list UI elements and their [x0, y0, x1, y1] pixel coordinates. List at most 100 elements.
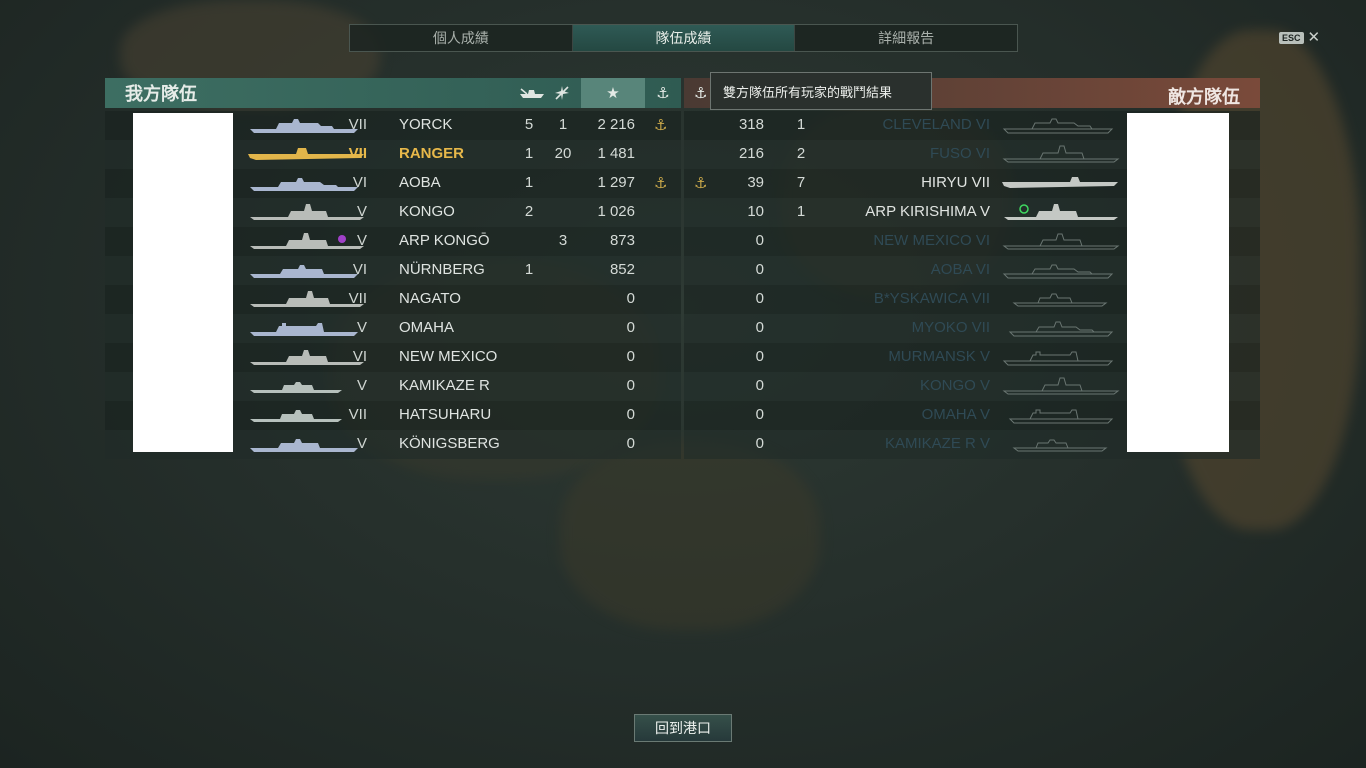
ship-name: YORCK: [399, 116, 453, 133]
player-score: 10: [747, 203, 764, 220]
player-score: 0: [755, 319, 764, 336]
player-score: 0: [626, 319, 635, 336]
ships-destroyed-count: 1: [524, 261, 534, 278]
ship-name: KÖNIGSBERG: [399, 435, 500, 452]
player-score: 0: [626, 435, 635, 452]
ship-tier: V: [356, 203, 367, 220]
ally-team-title: 我方隊伍: [125, 84, 197, 104]
ship-name: ARP KONGŌ: [399, 232, 490, 249]
ship-tier: V: [356, 435, 367, 452]
anchor-icon: ⚓: [654, 117, 668, 134]
planes-destroyed-count: 20: [554, 145, 572, 162]
player-score: 0: [626, 377, 635, 394]
ships-destroyed-count: 7: [796, 174, 806, 191]
player-score: 2 216: [597, 116, 635, 133]
player-score: 1 297: [597, 174, 635, 191]
ship-silhouette-icon: [250, 350, 364, 365]
ship-name-destroyed: AOBA VI: [930, 261, 990, 278]
ship-silhouette-icon: [250, 204, 364, 220]
ship-outline-destroyed-icon: [1012, 439, 1108, 452]
results-tab-bar: 個人成績 隊伍成績 詳細報告: [349, 24, 1018, 52]
ship-outline-destroyed-icon: [1002, 145, 1120, 163]
anchor-icon: ⚓: [694, 175, 708, 192]
ship-outline-destroyed-icon: [1002, 264, 1114, 279]
planes-destroyed-count: 3: [558, 232, 568, 249]
ships-destroyed-count: 5: [524, 116, 534, 133]
ship-name-destroyed: NEW MEXICO VI: [873, 232, 990, 249]
ship-outline-destroyed-icon: [1002, 118, 1114, 134]
player-score: 0: [755, 232, 764, 249]
ship-outline-destroyed-icon: [1008, 409, 1114, 424]
ship-silhouette-icon: [250, 233, 364, 249]
map-land-decoration: [560, 440, 820, 630]
player-score: 0: [755, 348, 764, 365]
player-score: 0: [755, 435, 764, 452]
close-button[interactable]: ESC ✕: [1279, 30, 1320, 45]
planes-destroyed-count: 1: [558, 116, 568, 133]
tab-team-results[interactable]: 隊伍成績: [572, 25, 796, 51]
ship-name-destroyed: OMAHA V: [921, 406, 990, 423]
enemy-team-title: 敵方隊伍: [1168, 87, 1240, 107]
player-score: 318: [738, 116, 764, 133]
ship-silhouette-icon: [250, 382, 342, 393]
tab-personal-results[interactable]: 個人成績: [350, 25, 573, 51]
player-score: 0: [755, 377, 764, 394]
ship-tier: VII: [348, 116, 367, 133]
player-score: 0: [626, 348, 635, 365]
player-score: 0: [755, 406, 764, 423]
tooltip: 雙方隊伍所有玩家的戰鬥結果: [710, 72, 932, 110]
ship-tier: V: [356, 232, 367, 249]
ship-name-destroyed: KONGO V: [919, 377, 990, 394]
ships-destroyed-count: 1: [524, 145, 534, 162]
ship-silhouette-icon: [1004, 204, 1118, 220]
ship-silhouette-icon: [250, 178, 358, 191]
ship-outline-destroyed-icon: [1002, 351, 1114, 366]
ship-tier: VI: [352, 261, 367, 278]
ship-tier: VII: [348, 145, 367, 162]
player-score: 0: [755, 290, 764, 307]
ship-name: OMAHA: [399, 319, 455, 336]
ship-silhouette-icon: [250, 265, 358, 278]
ship-name: HIRYU VII: [921, 174, 990, 191]
ship-name: HATSUHARU: [399, 406, 492, 423]
ship-outline-destroyed-icon: [1002, 377, 1120, 395]
player-score: 873: [609, 232, 635, 249]
ship-name-destroyed: FUSO VI: [929, 145, 990, 162]
ship-name: NEW MEXICO: [399, 348, 498, 365]
ship-name-destroyed: KAMIKAZE R V: [884, 435, 990, 452]
ally-team-header: 我方隊伍 ★ ⚓: [105, 78, 681, 108]
ship-name: RANGER: [399, 145, 465, 162]
ship-outline-destroyed-icon: [1008, 321, 1114, 337]
player-score: 1 026: [597, 203, 635, 220]
ships-destroyed-count: 1: [796, 116, 806, 133]
ships-destroyed-count: 2: [524, 203, 534, 220]
score-column-star-icon[interactable]: ★: [581, 78, 645, 108]
ships-destroyed-count: 1: [796, 203, 806, 220]
player-score: 1 481: [597, 145, 635, 162]
player-score: 0: [626, 290, 635, 307]
ships-destroyed-count: 2: [796, 145, 806, 162]
anchor-icon: ⚓: [654, 175, 668, 192]
ship-tier: VI: [352, 174, 367, 191]
tab-detailed-report[interactable]: 詳細報告: [795, 25, 1017, 51]
player-score: 0: [755, 261, 764, 278]
ship-silhouette-icon: [250, 323, 358, 336]
return-to-port-button[interactable]: 回到港口: [634, 714, 732, 742]
ship-name: ARP KIRISHIMA V: [865, 203, 990, 220]
ship-silhouette-icon: [1002, 177, 1118, 188]
ship-outline-destroyed-icon: [1002, 233, 1120, 250]
esc-key-label: ESC: [1279, 31, 1304, 44]
ally-commander-portrait: [133, 113, 233, 452]
ship-name: KONGO: [399, 203, 455, 220]
ship-name: AOBA: [399, 174, 441, 191]
ship-tier: V: [356, 377, 367, 394]
anchor-column-icon: ⚓: [656, 85, 670, 102]
ship-sunk-icon: [512, 78, 552, 108]
planes-shot-down-icon: [547, 78, 577, 108]
enemy-commander-portrait: [1127, 113, 1229, 452]
ship-name: NÜRNBERG: [399, 261, 485, 278]
ship-tier: VII: [348, 290, 367, 307]
ship-name-destroyed: CLEVELAND VI: [882, 116, 990, 133]
player-score: 216: [738, 145, 764, 162]
close-icon: ✕: [1307, 29, 1321, 46]
